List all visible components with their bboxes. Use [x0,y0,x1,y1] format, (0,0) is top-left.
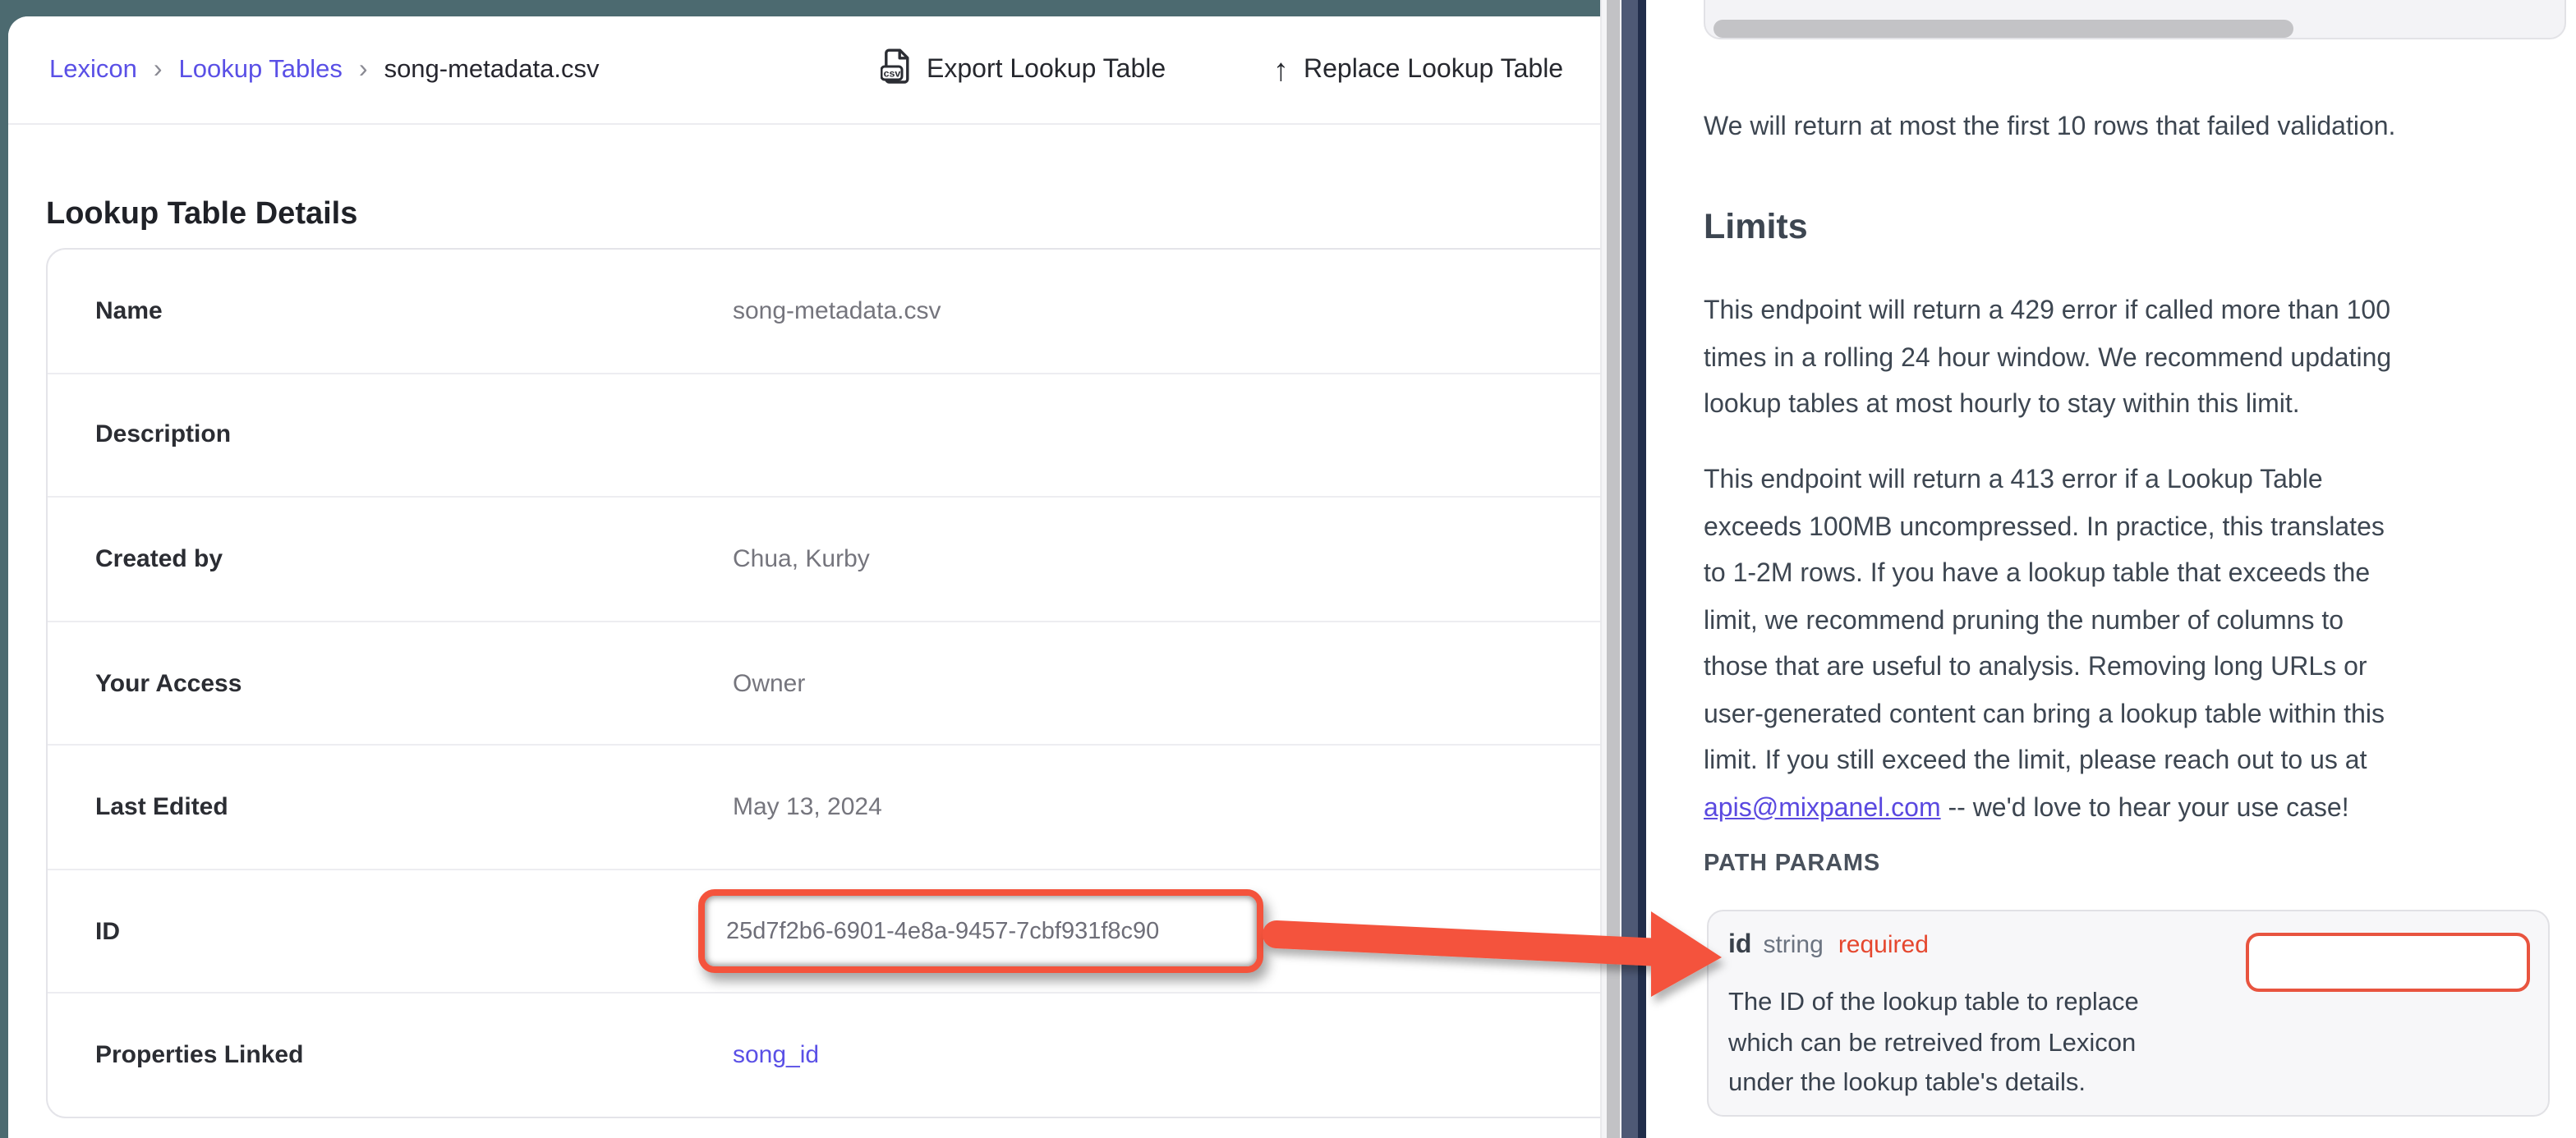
breadcrumb-lookup-tables[interactable]: Lookup Tables [179,56,343,85]
param-id-input[interactable] [2245,933,2529,992]
row-label: Created by [95,545,733,573]
limits-heading: Limits [1704,207,1808,248]
docs-413-text: This endpoint will return a 413 error if… [1704,466,2385,775]
breadcrumb-lexicon[interactable]: Lexicon [49,56,137,85]
id-highlight-annotation-box: 25d7f2b6-6901-4e8a-9457-7cbf931f8c90 [698,889,1263,973]
row-value: Owner [733,669,805,697]
replace-button-label: Replace Lookup Table [1304,56,1563,85]
screenshot-stage: Lexicon › Lookup Tables › song-metadata.… [0,0,2576,1138]
row-label: Last Edited [95,793,733,821]
replace-lookup-table-button[interactable]: ↑ Replace Lookup Table [1273,16,1563,125]
detail-row-description: Description [48,374,1600,498]
left-window-vertical-scrollbar[interactable] [1600,0,1622,1138]
code-block-bottom [1703,0,2565,39]
export-button-label: Export Lookup Table [927,56,1166,85]
detail-row-created-by: Created by Chua, Kurby [48,498,1600,622]
breadcrumb-separator-icon: › [154,56,163,85]
docs-window: We will return at most the first 10 rows… [1646,0,2576,1138]
param-header: id string required [1728,931,1929,961]
svg-text:csv: csv [884,68,901,80]
docs-413-text-after-link: -- we'd love to hear your use case! [1941,794,2349,822]
lookup-table-id-value: 25d7f2b6-6901-4e8a-9457-7cbf931f8c90 [705,918,1159,944]
docs-intro-paragraph: We will return at most the first 10 rows… [1704,105,2571,152]
export-lookup-table-button[interactable]: csv Export Lookup Table [881,16,1166,125]
page-title: Lookup Table Details [46,196,357,232]
docs-429-paragraph: This endpoint will return a 429 error if… [1704,289,2571,429]
row-label: Description [95,421,733,449]
breadcrumb-current-file: song-metadata.csv [384,56,600,85]
lexicon-header: Lexicon › Lookup Tables › song-metadata.… [8,16,1600,125]
row-value: Chua, Kurby [733,545,870,573]
row-label: ID [95,917,733,945]
param-type: string [1763,931,1823,959]
docs-413-paragraph: This endpoint will return a 413 error if… [1704,458,2571,833]
row-label: Properties Linked [95,1042,733,1070]
upload-arrow-icon: ↑ [1273,55,1289,86]
detail-row-your-access: Your Access Owner [48,622,1600,746]
path-params-section-label: PATH PARAMS [1704,851,1880,877]
lookup-table-details-card: Name song-metadata.csv Description Creat… [46,248,1600,1118]
detail-row-name: Name song-metadata.csv [48,250,1600,374]
row-label: Your Access [95,669,733,697]
mixpanel-window: Lexicon › Lookup Tables › song-metadata.… [8,16,1600,1138]
row-label: Name [95,297,733,325]
csv-file-icon: csv [881,48,912,94]
vertical-scrollbar-thumb[interactable] [1606,0,1619,1138]
detail-row-properties-linked: Properties Linked song_id [48,994,1600,1117]
window-gap-shadow [1638,0,1646,1138]
row-value: song-metadata.csv [733,297,941,325]
window-gap-background [1622,0,1638,1138]
song-id-property-link[interactable]: song_id [733,1042,819,1070]
breadcrumb: Lexicon › Lookup Tables › song-metadata.… [49,16,600,125]
path-param-card: id string required The ID of the lookup … [1706,910,2549,1117]
param-name: id [1728,931,1751,961]
row-value: May 13, 2024 [733,793,882,821]
breadcrumb-separator-icon: › [359,56,368,85]
detail-row-id: ID 25d7f2b6-6901-4e8a-9457-7cbf931f8c90 [48,870,1600,994]
param-required-badge: required [1838,931,1929,959]
support-email-link[interactable]: apis@mixpanel.com [1704,794,1941,822]
param-description: The ID of the lookup table to replace wh… [1728,984,2221,1104]
horizontal-scrollbar-thumb[interactable] [1713,20,2293,38]
detail-row-last-edited: Last Edited May 13, 2024 [48,746,1600,870]
